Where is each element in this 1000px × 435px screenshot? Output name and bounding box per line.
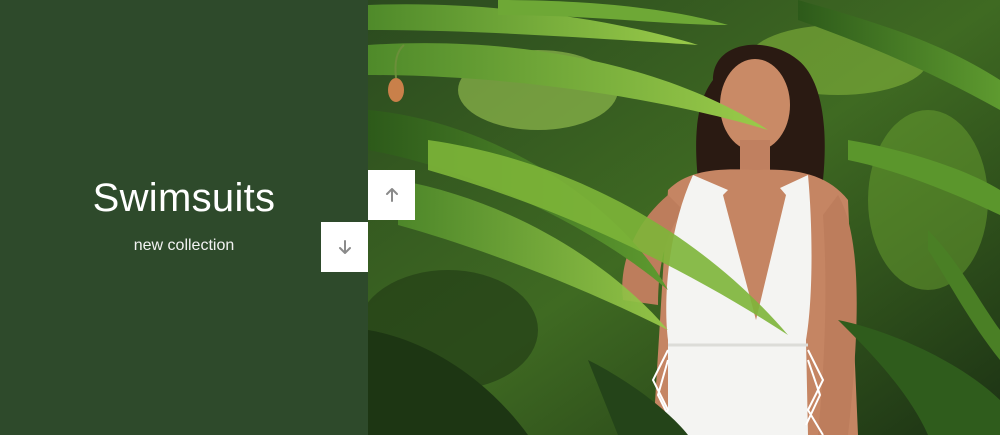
hero-subtitle: new collection — [133, 236, 235, 254]
hero-photo-illustration — [368, 0, 1000, 435]
scroll-down-button[interactable] — [321, 222, 368, 272]
hero-image — [368, 0, 1000, 435]
arrow-up-icon — [385, 188, 398, 202]
scroll-up-button[interactable] — [368, 170, 415, 220]
hero-text-panel: Swimsuits new collection — [0, 0, 368, 435]
arrow-down-icon — [338, 240, 351, 254]
hero-title: Swimsuits — [92, 175, 276, 220]
